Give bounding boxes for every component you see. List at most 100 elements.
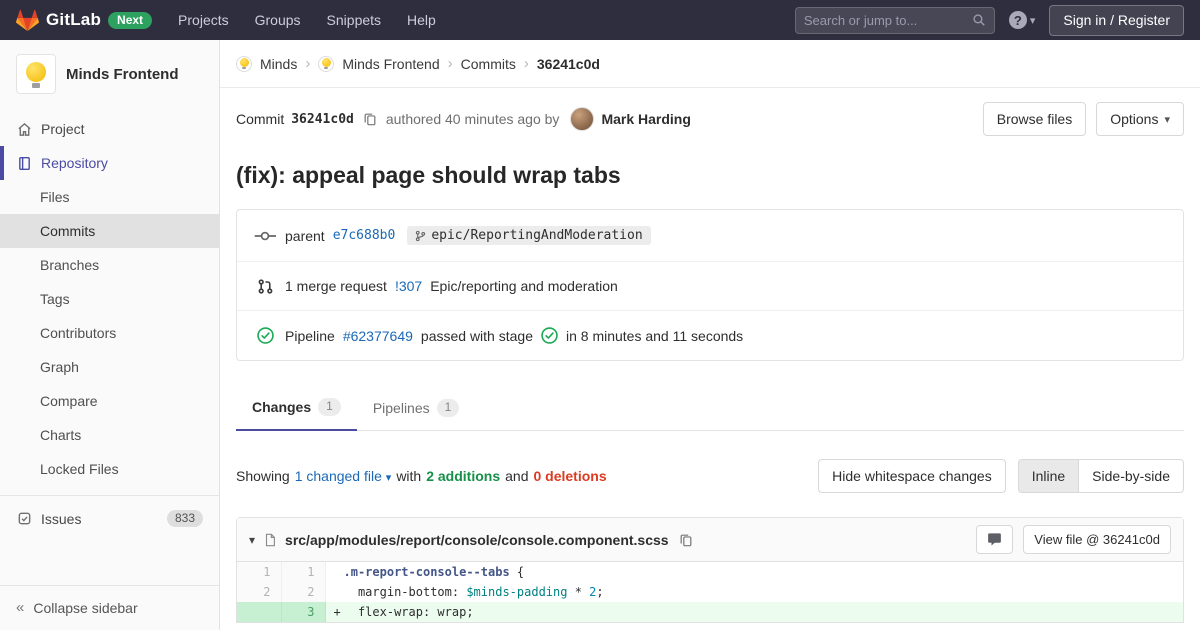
commit-title: (fix): appeal page should wrap tabs [236, 162, 621, 188]
nav-projects[interactable]: Projects [178, 12, 229, 28]
sign-in-button[interactable]: Sign in / Register [1049, 4, 1184, 36]
project-context-header[interactable]: Minds Frontend [0, 40, 219, 108]
inline-view-button[interactable]: Inline [1017, 459, 1080, 493]
chevron-down-icon: ▾ [1029, 14, 1036, 27]
global-search-box[interactable] [794, 6, 995, 34]
help-icon: ? [1008, 11, 1027, 29]
branch-ref-pill[interactable]: epic/ReportingAndModeration [407, 226, 651, 245]
code-token: ; [596, 585, 604, 599]
sidebar-item-graph[interactable]: Graph [0, 350, 219, 384]
copy-commit-sha-button[interactable] [361, 110, 379, 128]
nav-help[interactable]: Help [407, 12, 436, 28]
collapse-sidebar-button[interactable]: « Collapse sidebar [0, 585, 219, 630]
pipeline-id-link[interactable]: #62377649 [343, 328, 413, 344]
sidebar-item-contributors[interactable]: Contributors [0, 316, 219, 350]
help-dropdown[interactable]: ? ▾ [1008, 11, 1036, 29]
and-text: and [505, 468, 529, 484]
diff-line: 2 2 margin-bottom: $minds-padding * 2; [237, 582, 1183, 602]
nav-snippets[interactable]: Snippets [327, 12, 381, 28]
search-icon [973, 14, 985, 26]
old-line-number[interactable]: 2 [237, 582, 282, 602]
parent-sha-link[interactable]: e7c688b0 [333, 228, 396, 243]
copy-icon [364, 113, 376, 126]
sidebar-item-repository[interactable]: Repository [0, 146, 219, 180]
deletions-count: 0 deletions [533, 468, 607, 484]
commit-info-box: parent e7c688b0 epic/ReportingAndModerat… [236, 209, 1184, 361]
sidebar-item-label: Repository [41, 155, 108, 171]
merge-request-icon [253, 278, 277, 294]
parent-row: parent e7c688b0 epic/ReportingAndModerat… [237, 210, 1183, 261]
sidebar-item-compare[interactable]: Compare [0, 384, 219, 418]
tab-changes[interactable]: Changes 1 [236, 387, 357, 431]
tab-pipelines-label: Pipelines [372, 400, 430, 416]
search-input[interactable] [803, 12, 972, 28]
new-line-number[interactable]: 1 [281, 562, 326, 582]
sidebar-item-tags[interactable]: Tags [0, 282, 219, 316]
diff-code-line: margin-bottom: $minds-padding * 2; [325, 582, 1183, 602]
pipeline-status-success-icon [253, 327, 277, 344]
options-dropdown-button[interactable]: Options ▾ [1096, 102, 1184, 136]
breadcrumb-project-link[interactable]: Minds Frontend [342, 56, 439, 72]
sidebar-item-issues[interactable]: Issues 833 [0, 501, 219, 536]
issues-count-badge: 833 [166, 510, 203, 527]
hide-whitespace-button[interactable]: Hide whitespace changes [818, 459, 1006, 493]
gitlab-logo-link[interactable]: GitLab Next [16, 9, 153, 32]
file-icon [265, 533, 275, 546]
copy-icon [680, 534, 692, 546]
diff-line: 1 1 .m-report-console--tabs { [237, 562, 1183, 582]
branch-ref-label: epic/ReportingAndModeration [431, 228, 643, 243]
merge-request-row: 1 merge request !307 Epic/reporting and … [237, 261, 1183, 310]
author-name: Mark Harding [601, 111, 691, 127]
tab-changes-count: 1 [318, 398, 341, 416]
showing-text: Showing [236, 468, 290, 484]
side-by-side-view-button[interactable]: Side-by-side [1078, 459, 1184, 493]
sidebar-item-project[interactable]: Project [0, 112, 219, 146]
sidebar-item-branches[interactable]: Branches [0, 248, 219, 282]
pipeline-stage-success-icon[interactable] [541, 327, 558, 344]
old-line-number[interactable] [237, 602, 282, 622]
next-badge: Next [108, 11, 153, 29]
repository-icon [16, 156, 32, 171]
authored-text: authored 40 minutes ago by [385, 111, 560, 127]
chevron-down-icon: ▾ [1164, 113, 1170, 126]
sidebar-item-locked-files[interactable]: Locked Files [0, 452, 219, 486]
copy-file-path-button[interactable] [677, 531, 695, 549]
sidebar-item-commits[interactable]: Commits [0, 214, 219, 248]
file-path: src/app/modules/report/console/console.c… [285, 531, 669, 548]
tab-changes-label: Changes [252, 399, 312, 415]
lightbulb-icon [26, 62, 46, 88]
sidebar-item-label: Issues [41, 510, 82, 527]
lightbulb-icon [321, 57, 331, 69]
project-name: Minds Frontend [66, 65, 179, 83]
pipeline-status-text: passed with stage [420, 327, 533, 344]
tab-pipelines-count: 1 [436, 399, 460, 417]
changed-files-label: 1 changed file [294, 468, 382, 484]
changed-files-dropdown[interactable]: 1 changed file ▾ [295, 468, 392, 484]
view-file-button[interactable]: View file @ 36241c0d [1023, 525, 1171, 554]
code-token: margin-bottom: [343, 585, 467, 599]
pipeline-row: Pipeline #62377649 passed with stage in … [237, 310, 1183, 360]
mr-link[interactable]: !307 [395, 278, 422, 294]
breadcrumb-group-link[interactable]: Minds [260, 56, 297, 72]
tab-pipelines[interactable]: Pipelines 1 [357, 387, 476, 431]
additions-count: 2 additions [426, 468, 501, 484]
collapse-file-caret-icon[interactable]: ▾ [249, 533, 255, 547]
diff-sign: + [333, 605, 341, 619]
issues-icon [16, 511, 32, 526]
nav-groups[interactable]: Groups [255, 12, 301, 28]
code-token: { [509, 565, 525, 579]
breadcrumb-separator-icon: › [447, 55, 453, 72]
diff-line-added: 3 + flex-wrap: wrap; [237, 602, 1183, 622]
new-line-number[interactable]: 3 [281, 602, 326, 622]
parent-label: parent [285, 227, 325, 244]
sidebar-item-charts[interactable]: Charts [0, 418, 219, 452]
chevron-down-icon: ▾ [385, 472, 392, 484]
toggle-comments-button[interactable] [976, 525, 1014, 554]
group-avatar [236, 55, 252, 72]
breadcrumb-commits-link[interactable]: Commits [461, 56, 516, 72]
new-line-number[interactable]: 2 [281, 582, 326, 602]
sidebar-item-files[interactable]: Files [0, 180, 219, 214]
old-line-number[interactable]: 1 [237, 562, 282, 582]
browse-files-button[interactable]: Browse files [982, 102, 1087, 136]
gitlab-tanuki-icon [16, 9, 39, 31]
